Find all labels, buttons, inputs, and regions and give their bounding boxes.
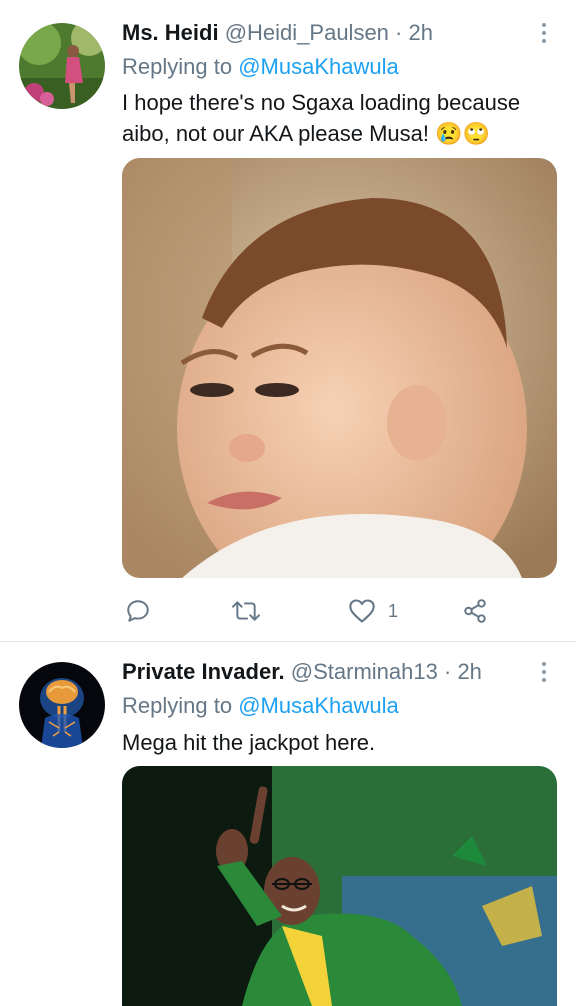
replying-to: Replying to @MusaKhawula xyxy=(122,54,399,80)
replying-prefix: Replying to xyxy=(122,693,233,718)
like-button[interactable]: 1 xyxy=(348,596,398,626)
reply-button[interactable] xyxy=(125,596,151,626)
heart-icon xyxy=(349,599,375,623)
user-handle[interactable]: @Heidi_Paulsen xyxy=(225,20,389,45)
more-options-icon[interactable] xyxy=(536,659,552,685)
brain-anatomy-photo-icon xyxy=(19,662,105,748)
share-icon xyxy=(464,599,486,623)
tweet-1[interactable]: Ms. Heidi @Heidi_Paulsen · 2h Replying t… xyxy=(0,0,576,640)
like-count: 1 xyxy=(388,600,399,621)
tweet-media[interactable] xyxy=(122,766,557,1006)
avatar[interactable] xyxy=(19,662,105,748)
replying-to: Replying to @MusaKhawula xyxy=(122,693,399,719)
tweet-header: Ms. Heidi @Heidi_Paulsen · 2h xyxy=(122,20,433,46)
share-button[interactable] xyxy=(462,596,488,626)
mention-link[interactable]: @MusaKhawula xyxy=(238,693,399,718)
mention-link[interactable]: @MusaKhawula xyxy=(238,54,399,79)
timestamp[interactable]: 2h xyxy=(457,659,481,684)
separator: · xyxy=(443,659,452,684)
tweet-text-line: I hope there's no Sgaxa loading because xyxy=(122,90,521,115)
display-name[interactable]: Ms. Heidi xyxy=(122,20,219,45)
tweet-header: Private Invader. @Starminah13 · 2h xyxy=(122,659,482,685)
retweet-icon xyxy=(232,601,260,621)
crying-baby-photo-icon xyxy=(122,158,557,578)
avatar-photo-icon xyxy=(19,23,105,109)
tweet-text: I hope there's no Sgaxa loading because … xyxy=(122,87,552,149)
avatar[interactable] xyxy=(19,23,105,109)
tweet-actions: 1 xyxy=(122,596,562,626)
user-handle[interactable]: @Starminah13 xyxy=(291,659,438,684)
replying-prefix: Replying to xyxy=(122,54,233,79)
man-pointing-photo-icon xyxy=(122,766,557,1006)
display-name[interactable]: Private Invader. xyxy=(122,659,285,684)
tweet-text: Mega hit the jackpot here. xyxy=(122,727,552,758)
tweet-text-line: Mega hit the jackpot here. xyxy=(122,730,376,755)
reply-icon xyxy=(127,600,149,622)
tweet-media[interactable] xyxy=(122,158,557,578)
tweet-2[interactable]: Private Invader. @Starminah13 · 2h Reply… xyxy=(0,642,576,1006)
timestamp[interactable]: 2h xyxy=(409,20,433,45)
tweet-text-line: aibo, not our AKA please Musa! 😢🙄 xyxy=(122,121,490,146)
retweet-button[interactable] xyxy=(230,596,262,626)
more-options-icon[interactable] xyxy=(536,20,552,46)
separator: · xyxy=(395,20,403,45)
